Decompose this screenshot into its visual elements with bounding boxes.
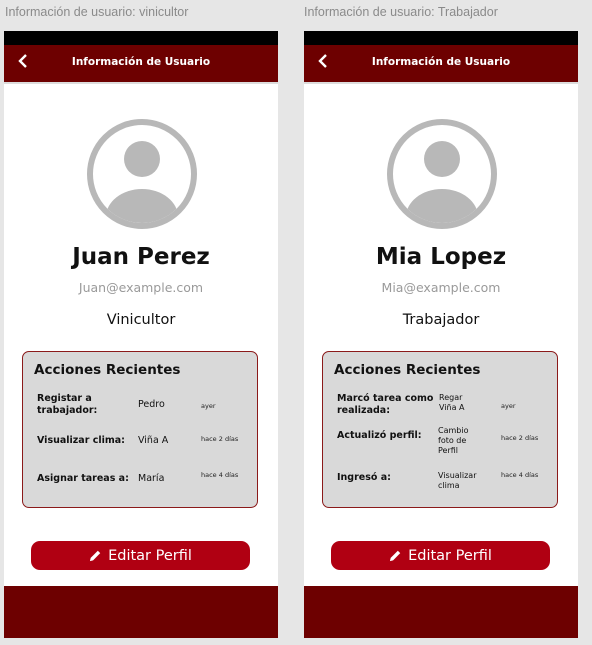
action-time: hace 4 días	[501, 471, 539, 479]
header-title: Información de Usuario	[371, 56, 511, 68]
bottom-bar	[304, 586, 578, 638]
edit-profile-label: Editar Perfil	[408, 547, 492, 564]
header-bar: Información de Usuario	[4, 45, 278, 82]
frame-label: Información de usuario: vinicultor	[5, 5, 189, 19]
action-label: Marcó tarea como realizada:	[337, 393, 434, 416]
action-value: Pedro	[138, 399, 165, 410]
action-value: Visualizar clima	[438, 471, 477, 490]
user-name: Mia Lopez	[375, 244, 507, 270]
phone-screen-vinicultor: Información de Usuario Juan Perez Juan@e…	[4, 31, 278, 638]
bottom-bar	[4, 586, 278, 638]
action-value: Regar Viña A	[439, 393, 465, 412]
action-label: Asignar tareas a:	[37, 473, 129, 484]
header-title: Información de Usuario	[71, 56, 211, 68]
action-label: Ingresó a:	[337, 472, 391, 483]
user-email: Mia@example.com	[381, 280, 501, 295]
header-bar: Información de Usuario	[304, 45, 578, 82]
user-email: Juan@example.com	[78, 280, 204, 295]
action-value: Cambio foto de Perfil	[438, 426, 469, 455]
user-role: Trabajador	[402, 312, 480, 328]
recent-actions-card: Acciones Recientes Registar a trabajador…	[22, 351, 258, 508]
action-value: María	[138, 473, 165, 484]
pencil-icon	[390, 550, 401, 562]
action-time: ayer	[501, 402, 516, 410]
edit-profile-label: Editar Perfil	[108, 547, 192, 564]
status-bar	[4, 31, 278, 45]
pencil-icon	[90, 550, 101, 562]
status-bar	[304, 31, 578, 45]
action-value: Viña A	[138, 435, 169, 446]
user-avatar-icon	[387, 119, 497, 229]
user-avatar-icon	[87, 119, 197, 229]
edit-profile-button[interactable]: Editar Perfil	[31, 541, 250, 570]
action-time: ayer	[201, 402, 216, 410]
frame-label: Información de usuario: Trabajador	[304, 5, 498, 19]
action-time: hace 2 días	[501, 434, 539, 442]
edit-profile-button[interactable]: Editar Perfil	[331, 541, 550, 570]
divider	[304, 82, 578, 84]
recent-actions-card: Acciones Recientes Marcó tarea como real…	[322, 351, 558, 508]
phone-screen-trabajador: Información de Usuario Mia Lopez Mia@exa…	[304, 31, 578, 638]
user-name: Juan Perez	[72, 244, 210, 270]
recent-actions-title: Acciones Recientes	[334, 362, 481, 378]
divider	[4, 82, 278, 84]
action-time: hace 4 días	[201, 471, 239, 479]
action-label: Registar a trabajador:	[37, 393, 98, 416]
action-label: Actualizó perfil:	[337, 430, 422, 441]
action-time: hace 2 días	[201, 435, 239, 443]
recent-actions-title: Acciones Recientes	[34, 362, 181, 378]
user-role: Vinicultor	[106, 312, 176, 328]
action-label: Visualizar clima:	[37, 435, 125, 446]
